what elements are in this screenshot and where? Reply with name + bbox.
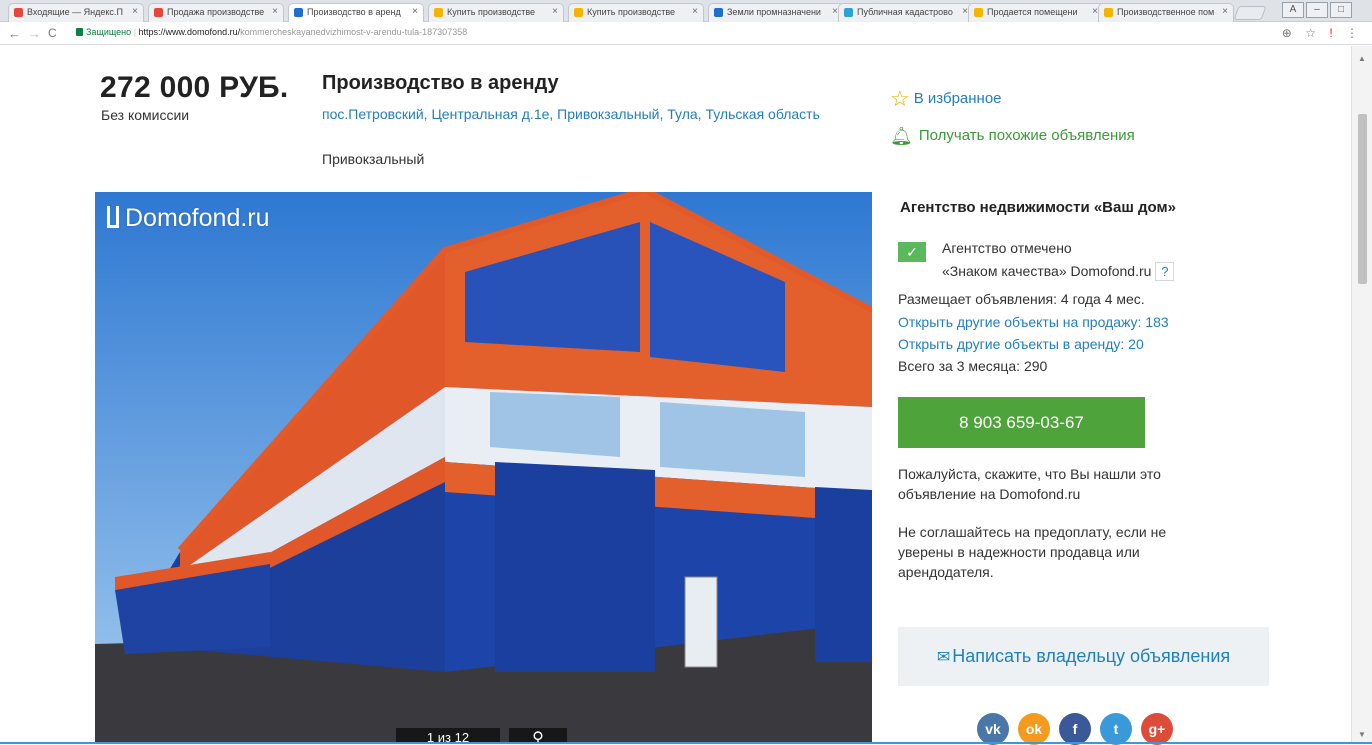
browser-tab[interactable]: Купить производстве × (568, 3, 704, 22)
browser-tab-bar: Входящие — Яндекс.П × Продажа производств… (0, 0, 1372, 22)
tab-title: Продажа производстве (167, 7, 265, 17)
browser-tab[interactable]: Земли промназначени × (708, 3, 844, 22)
secure-label: Защищено (86, 27, 132, 37)
scrollbar-thumb[interactable] (1358, 114, 1367, 284)
facebook-share-icon[interactable]: f (1059, 713, 1091, 745)
tab-favicon-icon (574, 8, 583, 17)
new-tab-button[interactable] (1233, 6, 1267, 20)
address-bar: ← → C Защищено | https://www.domofond.ru… (0, 23, 1372, 45)
google-plus-share-icon[interactable]: g+ (1141, 713, 1173, 745)
tab-favicon-icon (154, 8, 163, 17)
domofond-mention-note: Пожалуйста, скажите, что Вы нашли это об… (898, 466, 1161, 502)
write-to-owner-button[interactable]: ✉ Написать владельцу объявления (898, 627, 1269, 686)
tab-favicon-icon (844, 8, 853, 17)
tab-title: Земли промназначени (727, 7, 821, 17)
show-phone-button[interactable]: 8 903 659-03-67 (898, 397, 1145, 448)
seller-duration: Размещает объявления: 4 года 4 мес. (898, 291, 1145, 307)
browser-tab[interactable]: Производственное пом × (1098, 3, 1234, 22)
minimize-icon[interactable]: – (1306, 2, 1328, 18)
back-icon[interactable]: ← (8, 26, 21, 41)
bookmark-flag-icon (107, 206, 119, 228)
close-tab-icon[interactable]: × (132, 6, 138, 17)
quality-text-line1: Агентство отмечено (942, 240, 1072, 256)
quality-text-line2: «Знаком качества» Domofond.ru? (942, 262, 1175, 281)
tab-title: Производственное пом (1117, 7, 1215, 17)
listing-address-link[interactable]: пос.Петровский, Центральная д.1е, Привок… (322, 104, 852, 125)
close-tab-icon[interactable]: × (412, 6, 418, 17)
tab-title: Публичная кадастрово (857, 7, 953, 17)
checkmark-icon: ✓ (898, 242, 926, 262)
write-label: Написать владельцу объявления (952, 646, 1231, 666)
tab-favicon-icon (434, 8, 443, 17)
bell-icon: 🔔︎ (890, 126, 913, 146)
browser-actions: ⊕ ☆ ! ⋮ (1272, 26, 1358, 40)
tab-favicon-icon (294, 8, 303, 17)
reload-icon[interactable]: C (48, 26, 57, 40)
quality-text: «Знаком качества» Domofond.ru (942, 263, 1152, 279)
tab-title: Входящие — Яндекс.П (27, 7, 123, 17)
tab-favicon-icon (714, 8, 723, 17)
zoom-icon[interactable]: ⊕ (1282, 26, 1292, 40)
watermark-text: Domofond.ru (125, 204, 270, 232)
scroll-down-icon[interactable]: ▼ (1358, 730, 1366, 739)
browser-tab[interactable]: Купить производстве × (428, 3, 564, 22)
browser-tab-active[interactable]: Производство в аренд × (288, 3, 424, 22)
listing-photo[interactable]: Domofond.ru 1 из 12 ⚲ (95, 192, 872, 744)
subscribe-similar-link[interactable]: 🔔︎ Получать похожие объявления (890, 126, 1135, 147)
page-scrollbar[interactable]: ▲ ▼ (1351, 46, 1372, 744)
tab-favicon-icon (1104, 8, 1113, 17)
agency-name: Агентство недвижимости «Ваш дом» (900, 199, 1176, 216)
tab-title: Купить производстве (587, 7, 676, 17)
user-icon[interactable]: A (1282, 2, 1304, 18)
favorites-label: В избранное (913, 90, 1002, 107)
odnoklassniki-share-icon[interactable]: ok (1018, 713, 1050, 745)
building-photo-image (95, 192, 872, 744)
watermark-logo: Domofond.ru (107, 204, 270, 233)
url-host: https://www.domofond.ru/ (138, 27, 241, 37)
url-path: kommercheskayanedvizhimost-v-arendu-tula… (240, 27, 468, 37)
prepayment-warning: Не соглашайтесь на предоплату, если не у… (898, 524, 1167, 580)
tab-favicon-icon (974, 8, 983, 17)
browser-tab[interactable]: Продажа производстве × (148, 3, 284, 22)
listing-price: 272 000 РУБ. (100, 71, 289, 104)
close-tab-icon[interactable]: × (1222, 6, 1228, 17)
sale-objects-link[interactable]: Открыть другие объекты на продажу: 183 (898, 314, 1169, 330)
rent-objects-link[interactable]: Открыть другие объекты в аренду: 20 (898, 336, 1144, 352)
quality-help-button[interactable]: ? (1155, 262, 1175, 281)
tab-favicon-icon (14, 8, 23, 17)
tab-title: Купить производстве (447, 7, 536, 17)
forward-icon[interactable]: → (28, 26, 41, 41)
browser-tab[interactable]: Входящие — Яндекс.П × (8, 3, 144, 22)
similar-label: Получать похожие объявления (918, 127, 1135, 144)
envelope-icon: ✉ (936, 649, 951, 666)
twitter-share-icon[interactable]: t (1100, 713, 1132, 745)
maximize-icon[interactable]: □ (1330, 2, 1352, 18)
scroll-up-icon[interactable]: ▲ (1358, 54, 1366, 63)
star-icon: ☆ (890, 86, 910, 111)
url-field[interactable]: Защищено | https://www.domofond.ru/komme… (76, 27, 467, 37)
listing-district: Привокзальный (322, 151, 425, 167)
extension-icon[interactable]: ! (1329, 26, 1332, 40)
close-tab-icon[interactable]: × (692, 6, 698, 17)
close-tab-icon[interactable]: × (272, 6, 278, 17)
bookmark-star-icon[interactable]: ☆ (1305, 26, 1316, 40)
commission-label: Без комиссии (101, 107, 190, 123)
lock-icon (76, 28, 83, 36)
listing-title: Производство в аренду (322, 72, 559, 94)
browser-tab[interactable]: Продается помещени × (968, 3, 1104, 22)
menu-icon[interactable]: ⋮ (1346, 26, 1358, 40)
browser-tab[interactable]: Публичная кадастрово × (838, 3, 974, 22)
tab-title: Производство в аренд (307, 7, 401, 17)
total-listings: Всего за 3 месяца: 290 (898, 358, 1048, 374)
vk-share-icon[interactable]: vk (977, 713, 1009, 745)
add-to-favorites-link[interactable]: ☆ В избранное (890, 86, 1002, 112)
tab-title: Продается помещени (987, 7, 1078, 17)
close-tab-icon[interactable]: × (552, 6, 558, 17)
